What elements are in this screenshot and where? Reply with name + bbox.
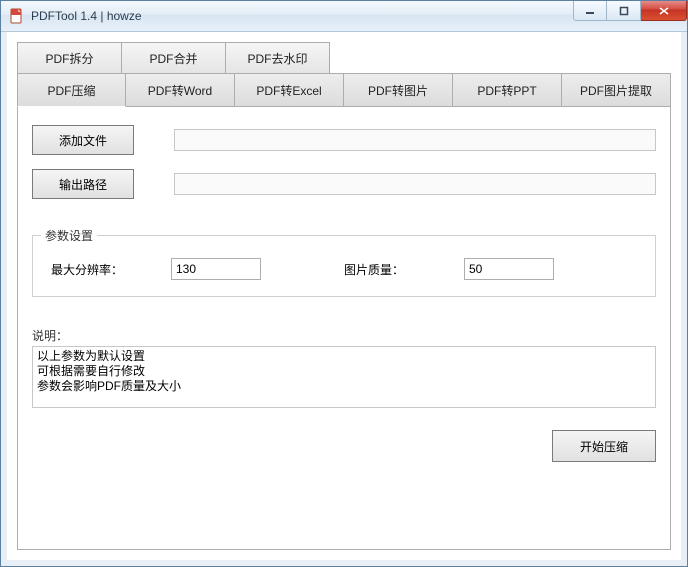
tab-label: PDF转Word <box>148 82 212 99</box>
button-label: 开始压缩 <box>580 438 628 455</box>
tab-label: PDF转PPT <box>477 82 536 99</box>
maximize-button[interactable] <box>607 1 641 21</box>
tab-label: PDF转Excel <box>256 82 321 99</box>
tab-split[interactable]: PDF拆分 <box>17 42 122 74</box>
start-compress-button[interactable]: 开始压缩 <box>552 430 656 462</box>
tab-label: PDF转图片 <box>368 82 428 99</box>
tab-to-word[interactable]: PDF转Word <box>125 73 235 107</box>
row-output-path: 输出路径 <box>32 169 656 199</box>
tab-to-ppt[interactable]: PDF转PPT <box>452 73 562 107</box>
tab-label: PDF拆分 <box>45 50 93 67</box>
tab-row-1: PDF拆分 PDF合并 PDF去水印 <box>17 42 671 74</box>
tab-label: PDF图片提取 <box>580 82 652 99</box>
close-button[interactable] <box>641 1 687 21</box>
tab-label: PDF合并 <box>149 50 197 67</box>
tab-label: PDF去水印 <box>247 50 307 67</box>
tab-watermark[interactable]: PDF去水印 <box>225 42 330 74</box>
row-add-file: 添加文件 <box>32 125 656 155</box>
params-legend: 参数设置 <box>41 227 97 244</box>
max-resolution-input[interactable] <box>171 258 261 280</box>
window-title: PDFTool 1.4 | howze <box>31 9 142 23</box>
minimize-button[interactable] <box>573 1 607 21</box>
start-row: 开始压缩 <box>32 430 656 462</box>
window-controls <box>573 1 687 21</box>
add-file-button[interactable]: 添加文件 <box>32 125 134 155</box>
output-path-button[interactable]: 输出路径 <box>32 169 134 199</box>
tab-label: PDF压缩 <box>47 82 95 99</box>
maximize-icon <box>619 6 629 16</box>
minimize-icon <box>585 6 595 16</box>
client-area: PDF拆分 PDF合并 PDF去水印 PDF压缩 PDF转Word PDF转Ex… <box>1 32 687 566</box>
tab-row-2: PDF压缩 PDF转Word PDF转Excel PDF转图片 PDF转PPT … <box>17 73 671 107</box>
title-bar: PDFTool 1.4 | howze <box>1 1 687 32</box>
params-groupbox: 参数设置 最大分辨率： 图片质量： <box>32 235 656 297</box>
input-file-field[interactable] <box>174 129 656 151</box>
param-image-quality: 图片质量： <box>344 258 637 280</box>
close-icon <box>658 6 670 16</box>
tab-extract-images[interactable]: PDF图片提取 <box>561 73 671 107</box>
button-label: 添加文件 <box>59 132 107 149</box>
image-quality-label: 图片质量： <box>344 261 464 278</box>
tab-to-excel[interactable]: PDF转Excel <box>234 73 344 107</box>
params-row: 最大分辨率： 图片质量： <box>51 258 637 280</box>
param-max-resolution: 最大分辨率： <box>51 258 344 280</box>
tab-compress[interactable]: PDF压缩 <box>17 73 126 107</box>
tab-page-compress: 添加文件 输出路径 参数设置 最大分辨率： 图片质量： <box>17 106 671 550</box>
output-path-field[interactable] <box>174 173 656 195</box>
description-label: 说明： <box>32 327 656 344</box>
app-icon <box>9 8 25 24</box>
description-box: 以上参数为默认设置 可根据需要自行修改 参数会影响PDF质量及大小 <box>32 346 656 408</box>
app-window: PDFTool 1.4 | howze PDF拆分 PDF合并 PDF去水印 P… <box>0 0 688 567</box>
max-resolution-label: 最大分辨率： <box>51 261 171 278</box>
tab-merge[interactable]: PDF合并 <box>121 42 226 74</box>
button-label: 输出路径 <box>59 176 107 193</box>
tab-to-image[interactable]: PDF转图片 <box>343 73 453 107</box>
image-quality-input[interactable] <box>464 258 554 280</box>
